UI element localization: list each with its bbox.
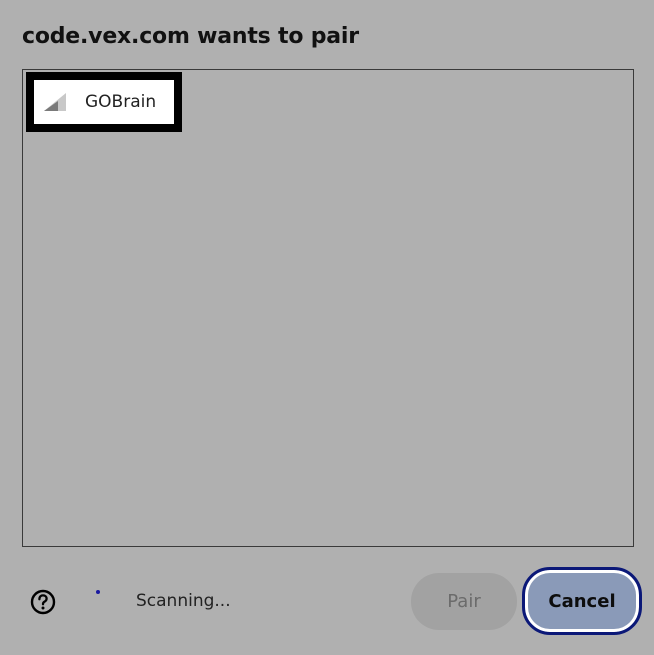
device-list[interactable]: GOBrain bbox=[22, 69, 634, 547]
pair-button[interactable]: Pair bbox=[411, 573, 517, 630]
device-item-gobrain[interactable]: GOBrain bbox=[26, 72, 182, 132]
help-circle-icon[interactable] bbox=[30, 589, 56, 615]
device-name: GOBrain bbox=[85, 92, 157, 112]
scanning-spinner-icon bbox=[96, 590, 100, 594]
dialog-title: code.vex.com wants to pair bbox=[22, 24, 359, 49]
scan-status: Scanning... bbox=[136, 591, 231, 611]
signal-strength-icon bbox=[44, 93, 66, 111]
cancel-button[interactable]: Cancel bbox=[522, 567, 642, 635]
